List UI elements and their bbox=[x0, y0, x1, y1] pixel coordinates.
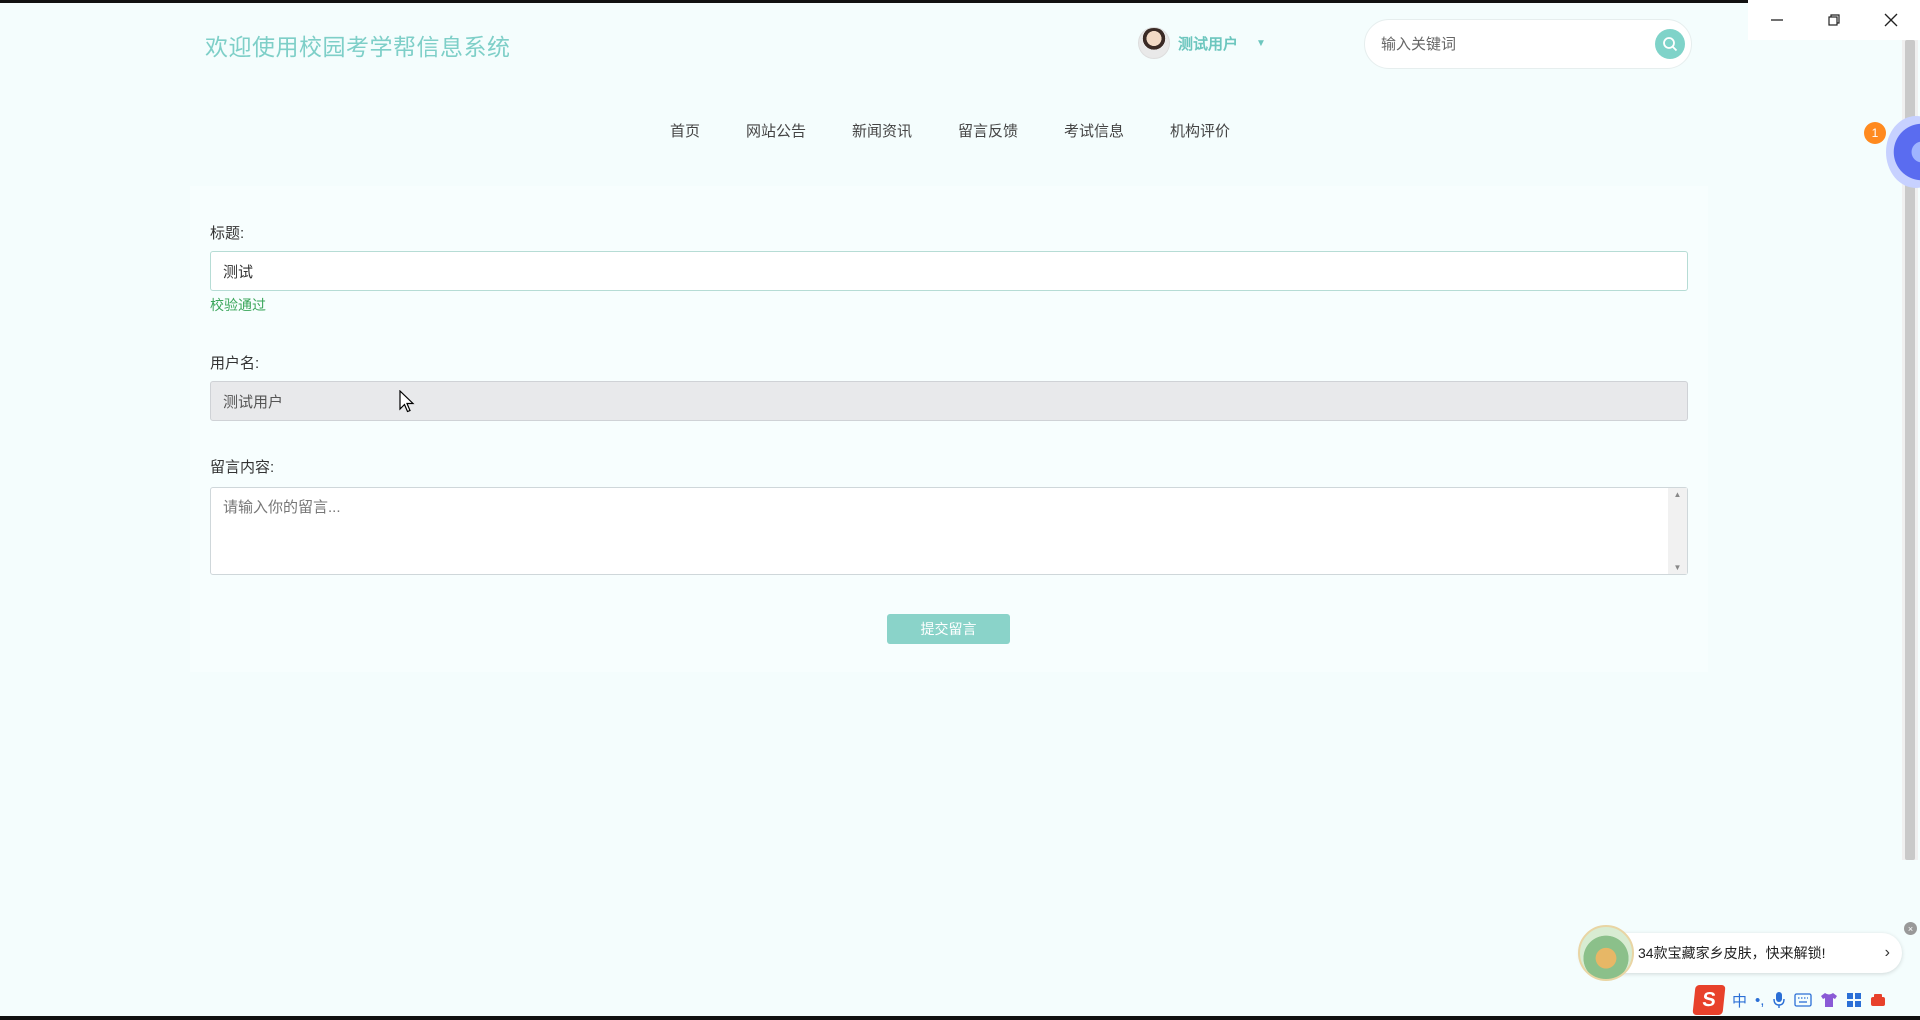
title-label: 标题: bbox=[210, 225, 245, 242]
ime-logo[interactable]: S bbox=[1692, 985, 1726, 1015]
main-nav: 首页 网站公告 新闻资讯 留言反馈 考试信息 机构评价 bbox=[0, 120, 1900, 141]
nav-item-feedback[interactable]: 留言反馈 bbox=[935, 120, 1041, 141]
toolbox-grid-icon[interactable] bbox=[1846, 992, 1862, 1008]
notification-text[interactable]: 34款宝藏家乡皮肤，快来解锁! bbox=[1638, 943, 1885, 963]
restore-icon[interactable] bbox=[1814, 2, 1854, 38]
chevron-down-icon[interactable]: ▼ bbox=[1256, 38, 1266, 49]
content-label: 留言内容: bbox=[210, 459, 275, 476]
nav-item-announcements[interactable]: 网站公告 bbox=[723, 120, 829, 141]
assistant-badge: 1 bbox=[1864, 122, 1886, 144]
nav-item-exam-info[interactable]: 考试信息 bbox=[1041, 120, 1147, 141]
microphone-icon[interactable] bbox=[1772, 991, 1786, 1009]
username-label: 用户名: bbox=[210, 355, 260, 372]
skin-shirt-icon[interactable] bbox=[1820, 991, 1838, 1009]
tray-app-icon[interactable] bbox=[1870, 993, 1886, 1007]
nav-item-institution-review[interactable]: 机构评价 bbox=[1147, 120, 1253, 141]
scroll-up-icon[interactable]: ▲ bbox=[1674, 490, 1682, 499]
nav-item-news[interactable]: 新闻资讯 bbox=[829, 120, 935, 141]
window-bottom-border bbox=[0, 1016, 1920, 1020]
nav-item-home[interactable]: 首页 bbox=[647, 120, 723, 141]
search-box bbox=[1364, 19, 1692, 69]
content-textarea[interactable] bbox=[210, 487, 1688, 575]
window-top-border bbox=[0, 0, 1920, 3]
notification-close-icon[interactable]: × bbox=[1904, 922, 1917, 935]
keyboard-icon[interactable] bbox=[1794, 993, 1813, 1007]
notification-image bbox=[1578, 925, 1634, 981]
submit-button[interactable]: 提交留言 bbox=[887, 614, 1010, 644]
site-title: 欢迎使用校园考学帮信息系统 bbox=[205, 34, 511, 60]
user-name[interactable]: 测试用户 bbox=[1178, 33, 1238, 54]
close-icon[interactable] bbox=[1871, 2, 1911, 38]
window-controls bbox=[1748, 0, 1920, 40]
ime-mode[interactable]: 中 bbox=[1732, 990, 1747, 1011]
message-form: 标题: 校验通过 用户名: 留言内容: ▲ ▼ 提交留言 bbox=[190, 186, 1708, 672]
mouse-cursor-icon bbox=[399, 390, 415, 413]
chevron-right-icon[interactable]: › bbox=[1885, 944, 1890, 962]
minimize-icon[interactable] bbox=[1757, 2, 1797, 38]
title-validation-message: 校验通过 bbox=[210, 297, 266, 313]
ime-punctuation[interactable]: •, bbox=[1755, 992, 1764, 1009]
skin-notification[interactable]: 34款宝藏家乡皮肤，快来解锁! › bbox=[1578, 925, 1902, 981]
title-input[interactable] bbox=[210, 251, 1688, 291]
username-field bbox=[210, 381, 1688, 421]
search-input[interactable] bbox=[1381, 35, 1655, 53]
ime-toolbar: S 中 •, bbox=[1690, 985, 1920, 1015]
scroll-down-icon[interactable]: ▼ bbox=[1674, 563, 1682, 572]
textarea-scrollbar[interactable]: ▲ ▼ bbox=[1668, 488, 1687, 574]
search-icon bbox=[1663, 37, 1678, 52]
avatar[interactable] bbox=[1138, 27, 1170, 59]
user-menu[interactable]: 测试用户 ▼ bbox=[1138, 27, 1266, 59]
search-button[interactable] bbox=[1655, 29, 1685, 59]
